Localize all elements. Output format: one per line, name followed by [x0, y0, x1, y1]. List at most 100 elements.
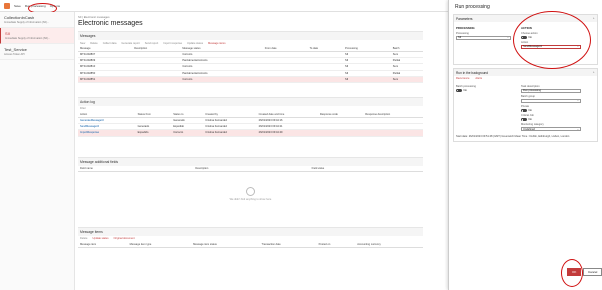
new-button[interactable]: New	[80, 42, 85, 45]
toggle-switch[interactable]	[456, 89, 462, 92]
toggle-state: No	[528, 118, 532, 122]
collapse-icon[interactable]: ⌃	[592, 17, 595, 21]
table-row-selected[interactable]: MTD-002851 Correcto SII Sum	[78, 76, 423, 83]
cancel-button[interactable]: Cancel	[583, 268, 602, 277]
message-items-grid: Message item Message item type Message i…	[78, 241, 423, 248]
group-title: Run in the background	[456, 70, 489, 75]
filter-input[interactable]: Filter	[80, 107, 86, 110]
batch-group-select[interactable]: ⌄	[521, 98, 581, 104]
cell: SII	[343, 76, 391, 83]
private-toggle[interactable]: No	[521, 109, 581, 113]
section-title: Message items	[78, 227, 423, 236]
breadcrumb: SII | Electronic messages	[78, 15, 110, 19]
cell: ImportResponse	[78, 129, 136, 137]
send-report-button[interactable]: Send report	[145, 42, 159, 45]
nav-item-subtitle: Access Token API	[4, 53, 25, 56]
column-header[interactable]: Transaction date	[259, 241, 317, 248]
cell: Cristina Fernandez	[203, 129, 257, 137]
collapse-icon[interactable]: ⌃	[592, 71, 595, 75]
toggle-switch[interactable]	[521, 118, 527, 122]
recurrence-link[interactable]: Recurrence	[456, 77, 469, 80]
collect-data-button[interactable]: Collect data	[103, 42, 117, 45]
generate-report-button[interactable]: Generate report	[121, 42, 139, 45]
section-title: Action log	[78, 97, 423, 106]
chevron-down-icon: ⌄	[576, 99, 579, 103]
processing-heading: PROCESSING	[456, 26, 475, 30]
update-status-button[interactable]: Update status	[187, 42, 203, 45]
cell: Sum	[390, 76, 423, 83]
delete-button[interactable]: Delete	[80, 237, 88, 240]
alerts-link[interactable]: Alerts	[475, 77, 482, 80]
empty-state-text: We didn't find anything to show here	[229, 198, 272, 201]
action-log-grid: Action Status from Status to Created by …	[78, 111, 423, 137]
chevron-down-icon: ⌄	[576, 127, 579, 131]
column-header[interactable]: Description	[193, 165, 310, 172]
column-header[interactable]: Message item	[78, 241, 128, 248]
save-button[interactable]: Save	[14, 4, 21, 8]
private-label: Private	[521, 105, 530, 109]
nav-item-collectionincash[interactable]: CollectionInCash Immediate Supply of Inf…	[0, 12, 74, 28]
messages-grid: Message Description Message status From …	[78, 46, 423, 83]
nav-item-test-service[interactable]: Test_Service Access Token API	[0, 44, 74, 60]
cell	[262, 76, 308, 83]
run-processing-dialog: Run processing Parameters ⌃ PROCESSING Pr…	[448, 0, 602, 290]
group-title: Parameters	[456, 16, 473, 21]
nav-item-sii[interactable]: SII Immediate Supply of Information (SII…	[0, 28, 74, 44]
page-title: Electronic messages	[78, 20, 143, 27]
cell: Correcto	[171, 129, 204, 137]
batch-group-label: Batch group	[521, 95, 535, 99]
cell: Correcto	[180, 76, 263, 83]
annotation-circle-action	[513, 11, 591, 69]
background-group: Run in the background ⌃ Recurrence Alerts …	[453, 68, 598, 142]
empty-state-icon	[246, 187, 255, 196]
column-header[interactable]: Message item type	[127, 241, 192, 248]
message-items-section: Message items Delete Update status Origi…	[78, 226, 423, 248]
monitoring-category-select[interactable]: Undefined ⌄	[521, 126, 581, 132]
toggle-state: No	[463, 89, 467, 92]
main-content: SII | Electronic messages Electronic mes…	[78, 12, 423, 290]
critical-job-label: Critical Job	[521, 114, 534, 118]
update-status-button[interactable]: Update status	[93, 237, 109, 240]
import-response-button[interactable]: Import response	[163, 42, 182, 45]
cell	[132, 76, 181, 83]
column-header[interactable]: Accounting currency	[355, 241, 423, 248]
cell: Expedido	[135, 129, 172, 137]
back-icon[interactable]	[4, 2, 10, 9]
select-value: SII	[458, 36, 462, 40]
cell	[307, 76, 344, 83]
critical-job-toggle[interactable]: No	[521, 118, 581, 122]
group-header[interactable]: Run in the background ⌃	[454, 69, 597, 76]
column-header[interactable]: Message item status	[191, 241, 260, 248]
task-description-input[interactable]: Run processing	[521, 88, 581, 94]
toggle-state: No	[528, 109, 532, 113]
section-title: Messages	[78, 32, 423, 40]
batch-processing-toggle[interactable]: No	[456, 89, 511, 92]
messages-section: Messages New Delete Collect data Generat…	[78, 31, 423, 83]
task-description-label: Task description	[521, 85, 540, 88]
message-items-button[interactable]: Message items	[208, 42, 225, 45]
empty-state: We didn't find anything to show here	[78, 172, 423, 217]
nav-item-title: SII	[5, 31, 10, 36]
monitoring-category-label: Monitoring category	[521, 123, 544, 127]
cell: MTD-002851	[78, 76, 133, 83]
original-document-button[interactable]: Original document	[114, 237, 135, 240]
nav-item-subtitle: Immediate Supply of Information (SII)...	[5, 37, 51, 40]
processing-select[interactable]: SII ⌄	[456, 35, 511, 41]
action-log-section: Action log Filter Action Status from Sta…	[78, 96, 423, 137]
column-header[interactable]: Field value	[309, 165, 423, 172]
nav-item-title: Test_Service	[4, 47, 27, 52]
table-row-selected[interactable]: ImportResponse Expedido Correcto Cristina F…	[78, 129, 423, 137]
additional-fields-section: Message additional fields Field name Des…	[78, 156, 423, 217]
start-date-text: Start date: 26/01/2023 09:51:48 (GMT) Gr…	[456, 135, 570, 139]
toggle-switch[interactable]	[521, 109, 527, 113]
column-header[interactable]: Posted on	[316, 241, 356, 248]
processing-list: CollectionInCash Immediate Supply of Inf…	[0, 12, 75, 290]
dialog-title: Run processing	[455, 4, 490, 10]
nav-item-subtitle: Immediate Supply of Information (SII)...	[4, 21, 50, 24]
nav-item-title: CollectionInCash	[4, 15, 35, 20]
annotation-circle-ok	[561, 259, 583, 287]
processing-label: Processing	[456, 32, 469, 35]
column-header[interactable]: Field name	[78, 165, 194, 172]
select-value: Undefined	[523, 127, 535, 131]
delete-button[interactable]: Delete	[90, 42, 98, 45]
